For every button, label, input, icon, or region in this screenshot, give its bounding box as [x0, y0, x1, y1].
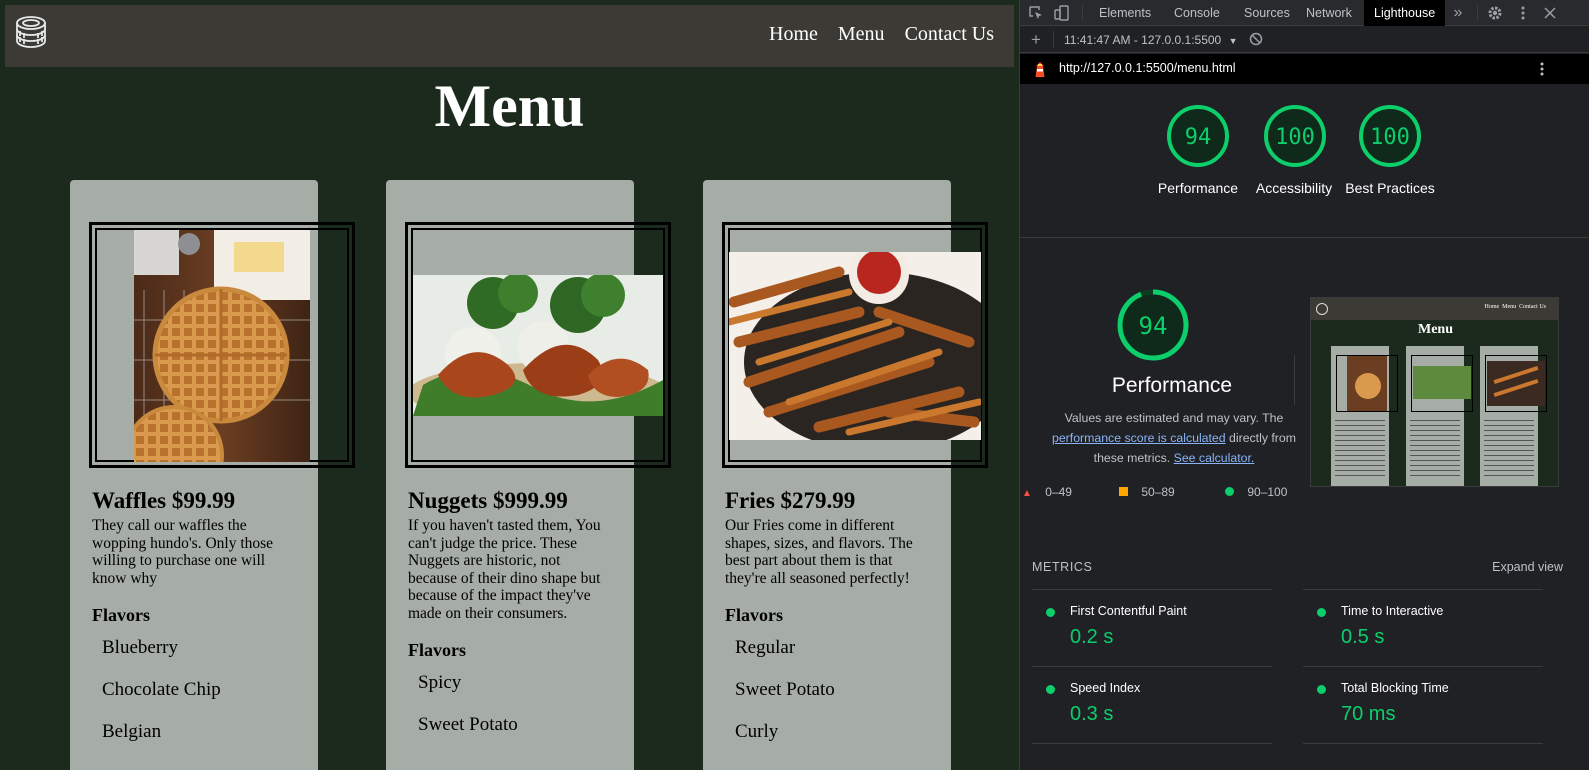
metric-value: 0.5 s: [1341, 626, 1385, 648]
metric-name: Total Blocking Time: [1341, 681, 1449, 695]
chevron-down-icon: ▼: [1228, 36, 1238, 46]
menu-card-fries: Fries $279.99 Our Fries come in differen…: [703, 180, 988, 770]
performance-heading: Performance: [1111, 374, 1233, 397]
metric-total-blocking-time: Total Blocking Time 70 ms: [1303, 666, 1543, 742]
tab-network[interactable]: Network: [1296, 0, 1362, 26]
nav-home-link[interactable]: Home: [769, 23, 818, 46]
report-select[interactable]: 11:41:47 AM - 127.0.0.1:5500 ▼: [1064, 33, 1238, 47]
website-viewport: Home Menu Contact Us Menu Waffles $99.99…: [0, 0, 1019, 770]
final-screenshot-thumbnail[interactable]: Home Menu Contact Us Menu: [1310, 297, 1559, 487]
flavor-item: Sweet Potato: [418, 714, 518, 735]
score-gauge-best-practices[interactable]: 100: [1357, 103, 1423, 169]
triangle-icon: ▲: [1022, 488, 1032, 499]
note-text: Values are estimated and may vary. The: [1064, 411, 1284, 425]
card-title: Waffles $99.99: [92, 488, 236, 513]
legend-fail: ▲ 0–49: [1022, 485, 1072, 499]
plus-icon[interactable]: +: [1028, 31, 1044, 48]
flavor-item: Belgian: [102, 721, 162, 742]
coin-stack-logo-icon[interactable]: [11, 14, 51, 54]
score-gauge-performance[interactable]: 94: [1165, 103, 1231, 169]
score-value: 100: [1275, 125, 1315, 150]
lighthouse-logo-icon: [1035, 62, 1045, 77]
score-gauge-accessibility[interactable]: 100: [1262, 103, 1328, 169]
close-icon[interactable]: [1542, 5, 1558, 21]
card-title: Nuggets $999.99: [408, 488, 568, 513]
circle-icon: [1225, 487, 1234, 496]
flavor-item: Spicy: [418, 672, 462, 693]
performance-score-link[interactable]: performance score is calculated: [1052, 431, 1226, 445]
metric-first-contentful-paint: First Contentful Paint 0.2 s: [1032, 589, 1272, 665]
nav-contact-link[interactable]: Contact Us: [905, 23, 994, 46]
devtools-panel: Elements Console Sources Network Lightho…: [1019, 0, 1589, 770]
see-calculator-link[interactable]: See calculator.: [1174, 451, 1255, 465]
thumb-logo-icon: [1316, 303, 1328, 315]
device-toolbar-icon[interactable]: [1054, 5, 1070, 21]
tab-sources[interactable]: Sources: [1234, 0, 1300, 26]
card-description: Our Fries come in different shapes, size…: [725, 517, 913, 587]
flavor-item: Chocolate Chip: [102, 679, 221, 700]
navbar: Home Menu Contact Us: [5, 5, 1014, 67]
metric-name: Time to Interactive: [1341, 604, 1444, 618]
fries-image: [729, 252, 981, 440]
nav-menu-link[interactable]: Menu: [838, 23, 885, 46]
performance-score-value: 94: [1139, 312, 1168, 340]
metric-value: 0.3 s: [1070, 703, 1114, 725]
menu-card-nuggets: Nuggets $999.99 If you haven't tasted th…: [386, 180, 671, 770]
flavor-item: Curly: [735, 721, 779, 742]
flavor-item: Blueberry: [102, 637, 178, 658]
legend-label: 90–100: [1247, 485, 1288, 499]
page-title: Menu: [434, 73, 585, 139]
waffles-image: [134, 230, 310, 462]
metrics-heading: METRICS: [1032, 560, 1093, 574]
more-tabs-icon[interactable]: »: [1450, 5, 1466, 21]
square-icon: [1119, 487, 1128, 496]
flavors-heading: Flavors: [92, 605, 150, 625]
pass-dot-icon: [1317, 685, 1326, 694]
metric-value: 70 ms: [1341, 703, 1396, 725]
flavors-heading: Flavors: [725, 605, 783, 625]
pass-dot-icon: [1046, 685, 1055, 694]
legend-label: 50–89: [1141, 485, 1175, 499]
menu-card-waffles: Waffles $99.99 They call our waffles the…: [70, 180, 355, 770]
performance-note: Values are estimated and may vary. The pe…: [1042, 408, 1306, 468]
lighthouse-toolbar: + 11:41:47 AM - 127.0.0.1:5500 ▼: [1020, 27, 1589, 53]
kebab-menu-icon[interactable]: [1515, 5, 1531, 21]
card-title: Fries $279.99: [725, 488, 856, 513]
thumb-title: Menu: [1418, 322, 1453, 337]
legend-pass: 90–100: [1225, 485, 1287, 499]
thumb-nav: Home Menu Contact Us: [1484, 304, 1547, 310]
metric-time-to-interactive: Time to Interactive 0.5 s: [1303, 589, 1543, 665]
expand-view-toggle[interactable]: Expand view: [1492, 560, 1563, 574]
tab-console[interactable]: Console: [1164, 0, 1230, 26]
report-url: http://127.0.0.1:5500/menu.html: [1059, 61, 1236, 75]
flavors-heading: Flavors: [408, 640, 466, 660]
pass-dot-icon: [1046, 608, 1055, 617]
metric-name: First Contentful Paint: [1070, 604, 1187, 618]
gear-icon[interactable]: [1487, 5, 1503, 21]
tab-elements[interactable]: Elements: [1089, 0, 1161, 26]
flavor-item: Regular: [735, 637, 796, 658]
legend-average: 50–89: [1119, 485, 1175, 499]
pass-dot-icon: [1317, 608, 1326, 617]
nuggets-image: [413, 275, 663, 416]
metric-value: 0.2 s: [1070, 626, 1114, 648]
report-url-bar: http://127.0.0.1:5500/menu.html: [1020, 54, 1589, 84]
clear-block-icon[interactable]: [1248, 32, 1264, 48]
metric-speed-index: Speed Index 0.3 s: [1032, 666, 1272, 742]
report-menu-icon[interactable]: [1534, 61, 1550, 77]
tab-lighthouse[interactable]: Lighthouse: [1364, 0, 1446, 26]
score-value: 94: [1185, 125, 1212, 150]
metric-name: Speed Index: [1070, 681, 1141, 695]
report-select-value: 11:41:47 AM - 127.0.0.1:5500: [1064, 33, 1222, 47]
card-description: They call our waffles the wopping hundo'…: [92, 517, 274, 587]
flavor-item: Sweet Potato: [735, 679, 835, 700]
devtools-tabbar: Elements Console Sources Network Lightho…: [1020, 0, 1589, 26]
inspect-element-icon[interactable]: [1028, 5, 1044, 21]
score-value: 100: [1370, 125, 1410, 150]
legend-label: 0–49: [1045, 485, 1072, 499]
card-description: If you haven't tasted them, You can't ju…: [408, 517, 601, 622]
performance-gauge-large: 94: [1116, 288, 1190, 362]
score-label: Best Practices: [1345, 180, 1435, 196]
